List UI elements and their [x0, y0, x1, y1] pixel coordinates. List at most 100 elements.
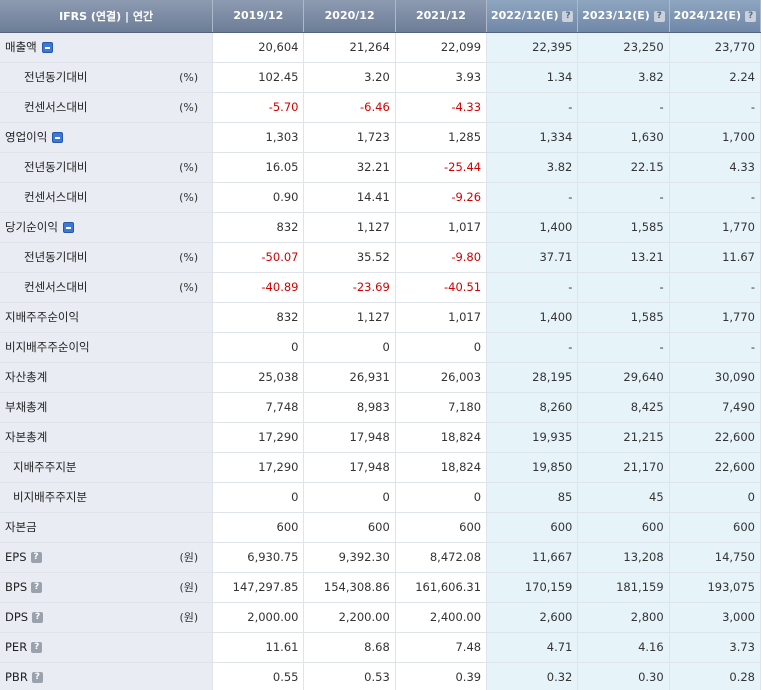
header-row: IFRS (연결) | 연간 2019/12 2020/12 2021/12 2… — [0, 0, 761, 33]
financial-summary-table: IFRS (연결) | 연간 2019/12 2020/12 2021/12 2… — [0, 0, 761, 690]
estimate-value-cell: 21,215 — [577, 422, 670, 453]
value-cell: 7.48 — [395, 632, 488, 663]
row-label-cell: 영업이익 — [0, 122, 214, 153]
table-row: 부채총계 7,748 8,983 7,180 8,260 8,425 7,490 — [0, 392, 761, 423]
row-label-cell: 비지배주주지분 — [0, 482, 214, 513]
value-cell: 17,948 — [303, 452, 396, 483]
row-label: 전년동기대비 — [24, 250, 88, 264]
estimate-value-cell: 3.82 — [577, 62, 670, 93]
row-unit: (%) — [179, 190, 199, 204]
table-row: 지배주주지분 17,290 17,948 18,824 19,850 21,170 22,6… — [0, 452, 761, 483]
value-cell: -40.89 — [212, 272, 305, 303]
estimate-value-cell: 2,800 — [577, 602, 670, 633]
estimate-value-cell: 8,260 — [486, 392, 579, 423]
row-label: PER — [5, 640, 28, 654]
value-cell: 0.39 — [395, 662, 488, 690]
table-row: 전년동기대비 (%) 102.45 3.20 3.93 1.34 3.82 2.24 — [0, 62, 761, 93]
value-cell: 11.61 — [212, 632, 305, 663]
table-row: 비지배주주지분 0 0 0 85 45 0 — [0, 482, 761, 513]
table-row: 당기순이익 832 1,127 1,017 1,400 1,585 1,770 — [0, 212, 761, 243]
row-label: 컨센서스대비 — [24, 100, 88, 114]
table-row: 컨센서스대비 (%) 0.90 14.41 -9.26- - - — [0, 182, 761, 213]
row-label: 지배주주순이익 — [5, 310, 80, 324]
estimate-value-cell: 1,770 — [669, 212, 761, 243]
estimate-value-cell: 8,425 — [577, 392, 670, 423]
estimate-value-cell: - — [669, 272, 761, 303]
row-label-cell: EPS? (원) — [0, 542, 214, 573]
row-label-cell: 당기순이익 — [0, 212, 214, 243]
table-row: 전년동기대비 (%) -50.07 35.52 -9.80 37.71 13.21 11.67 — [0, 242, 761, 273]
table-body: 매출액 20,604 21,264 22,099 22,395 23,250 23,770 전… — [0, 32, 761, 690]
value-cell: 0.53 — [303, 662, 396, 690]
value-cell: -25.44 — [395, 152, 488, 183]
estimate-value-cell: 0.32 — [486, 662, 579, 690]
value-cell: 3.20 — [303, 62, 396, 93]
help-icon[interactable]: ? — [653, 11, 665, 23]
header-period: 2020/12 — [303, 0, 396, 33]
value-cell: 1,723 — [303, 122, 396, 153]
value-cell: 18,824 — [395, 422, 488, 453]
table-row: 영업이익 1,303 1,723 1,285 1,334 1,630 1,700 — [0, 122, 761, 153]
table-row: 컨센서스대비 (%) -40.89 -23.69 -40.51- - - — [0, 272, 761, 303]
collapse-toggle-icon[interactable] — [62, 221, 74, 233]
help-icon[interactable]: ? — [31, 641, 43, 653]
value-cell: -23.69 — [303, 272, 396, 303]
table-row: 지배주주순이익 832 1,127 1,017 1,400 1,585 1,770 — [0, 302, 761, 333]
estimate-value-cell: 22,600 — [669, 422, 761, 453]
help-icon[interactable]: ? — [745, 11, 757, 23]
value-cell: 20,604 — [212, 32, 305, 63]
estimate-value-cell: 2.24 — [669, 62, 761, 93]
value-cell: 17,290 — [212, 422, 305, 453]
value-cell: 17,948 — [303, 422, 396, 453]
estimate-value-cell: 600 — [486, 512, 579, 543]
collapse-toggle-icon[interactable] — [52, 131, 64, 143]
estimate-value-cell: - — [577, 332, 670, 363]
estimate-value-cell: 7,490 — [669, 392, 761, 423]
row-unit: (%) — [179, 70, 199, 84]
row-label-cell: DPS? (원) — [0, 602, 214, 633]
estimate-value-cell: 30,090 — [669, 362, 761, 393]
value-cell: 1,285 — [395, 122, 488, 153]
header-period-estimate: 2022/12(E)? — [486, 0, 579, 33]
row-unit: (%) — [179, 280, 199, 294]
estimate-value-cell: 1,585 — [577, 302, 670, 333]
value-cell: -6.46 — [303, 92, 396, 123]
estimate-value-cell: 11,667 — [486, 542, 579, 573]
row-label: 전년동기대비 — [24, 160, 88, 174]
table-row: 자본총계 17,290 17,948 18,824 19,935 21,215 22,600 — [0, 422, 761, 453]
table-row: DPS? (원) 2,000.00 2,200.00 2,400.00 2,600 2,80… — [0, 602, 761, 633]
estimate-value-cell: 3.73 — [669, 632, 761, 663]
estimate-value-cell: 3,000 — [669, 602, 761, 633]
table-row: 자산총계 25,038 26,931 26,003 28,195 29,640 30,090 — [0, 362, 761, 393]
value-cell: 0.90 — [212, 182, 305, 213]
help-icon[interactable]: ? — [31, 581, 43, 593]
value-cell: 0 — [303, 332, 396, 363]
estimate-value-cell: 23,770 — [669, 32, 761, 63]
estimate-value-cell: 21,170 — [577, 452, 670, 483]
collapse-toggle-icon[interactable] — [41, 41, 53, 53]
estimate-value-cell: 19,935 — [486, 422, 579, 453]
row-label-cell: 부채총계 — [0, 392, 214, 423]
estimate-value-cell: 19,850 — [486, 452, 579, 483]
estimate-value-cell: 11.67 — [669, 242, 761, 273]
estimate-value-cell: 1,400 — [486, 212, 579, 243]
value-cell: 2,200.00 — [303, 602, 396, 633]
row-label: 영업이익 — [5, 130, 48, 144]
value-cell: -50.07 — [212, 242, 305, 273]
help-icon[interactable]: ? — [30, 551, 42, 563]
help-icon[interactable]: ? — [31, 671, 43, 683]
table-row: BPS? (원) 147,297.85 154,308.86 161,606.31 170… — [0, 572, 761, 603]
estimate-value-cell: - — [577, 92, 670, 123]
value-cell: 18,824 — [395, 452, 488, 483]
value-cell: 8,472.08 — [395, 542, 488, 573]
value-cell: 600 — [212, 512, 305, 543]
help-icon[interactable]: ? — [562, 11, 574, 23]
estimate-value-cell: 0.28 — [669, 662, 761, 690]
help-icon[interactable]: ? — [32, 611, 44, 623]
estimate-value-cell: 4.71 — [486, 632, 579, 663]
row-label-cell: 매출액 — [0, 32, 214, 63]
estimate-value-cell: 1,770 — [669, 302, 761, 333]
value-cell: 161,606.31 — [395, 572, 488, 603]
value-cell: 16.05 — [212, 152, 305, 183]
row-label: 매출액 — [5, 40, 37, 54]
